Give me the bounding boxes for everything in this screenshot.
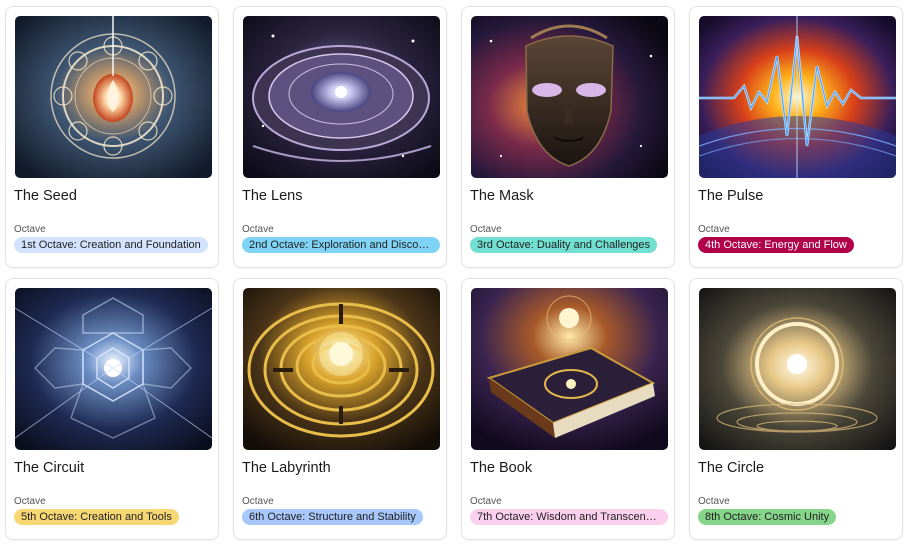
property-label: Octave [698, 224, 730, 235]
gallery-card-the-pulse[interactable]: The Pulse Octave 4th Octave: Energy and … [689, 6, 903, 268]
card-title: The Pulse [698, 188, 764, 204]
card-title: The Lens [242, 188, 303, 204]
property-label: Octave [698, 496, 730, 507]
property-label: Octave [14, 224, 46, 235]
gallery-grid: The Seed Octave 1st Octave: Creation and… [0, 0, 911, 546]
property-label: Octave [242, 224, 274, 235]
card-title: The Book [470, 460, 533, 476]
octave-tag: 3rd Octave: Duality and Challenges [470, 237, 658, 253]
octave-tag: 8th Octave: Cosmic Unity [698, 509, 837, 525]
labyrinth-icon [243, 288, 440, 450]
octave-tag: 6th Octave: Structure and Stability [242, 509, 423, 525]
gallery-card-the-circuit[interactable]: The Circuit Octave 5th Octave: Creation … [5, 278, 219, 540]
book-icon [471, 288, 668, 450]
property-label: Octave [470, 496, 502, 507]
gallery-card-the-circle[interactable]: The Circle Octave 8th Octave: Cosmic Uni… [689, 278, 903, 540]
gallery-card-the-mask[interactable]: The Mask Octave 3rd Octave: Duality and … [461, 6, 675, 268]
card-title: The Mask [470, 188, 534, 204]
card-title: The Circuit [14, 460, 85, 476]
pulse-wave-icon [699, 16, 896, 178]
card-title: The Seed [14, 188, 77, 204]
gallery-card-the-lens[interactable]: The Lens Octave 2nd Octave: Exploration … [233, 6, 447, 268]
seed-mandala-icon [15, 16, 212, 178]
lens-disc-icon [243, 16, 440, 178]
octave-tag: 7th Octave: Wisdom and Transcendence [470, 509, 668, 525]
gallery-card-the-seed[interactable]: The Seed Octave 1st Octave: Creation and… [5, 6, 219, 268]
octave-tag: 1st Octave: Creation and Foundation [14, 237, 208, 253]
property-label: Octave [470, 224, 502, 235]
mask-icon [471, 16, 668, 178]
gallery-card-the-book[interactable]: The Book Octave 7th Octave: Wisdom and T… [461, 278, 675, 540]
gallery-card-the-labyrinth[interactable]: The Labyrinth Octave 6th Octave: Structu… [233, 278, 447, 540]
octave-tag: 5th Octave: Creation and Tools [14, 509, 179, 525]
card-title: The Labyrinth [242, 460, 331, 476]
card-title: The Circle [698, 460, 765, 476]
octave-tag: 2nd Octave: Exploration and Discovery [242, 237, 440, 253]
circuit-hexagon-icon [15, 288, 212, 450]
property-label: Octave [14, 496, 46, 507]
glowing-circle-icon [699, 288, 896, 450]
octave-tag: 4th Octave: Energy and Flow [698, 237, 854, 253]
property-label: Octave [242, 496, 274, 507]
